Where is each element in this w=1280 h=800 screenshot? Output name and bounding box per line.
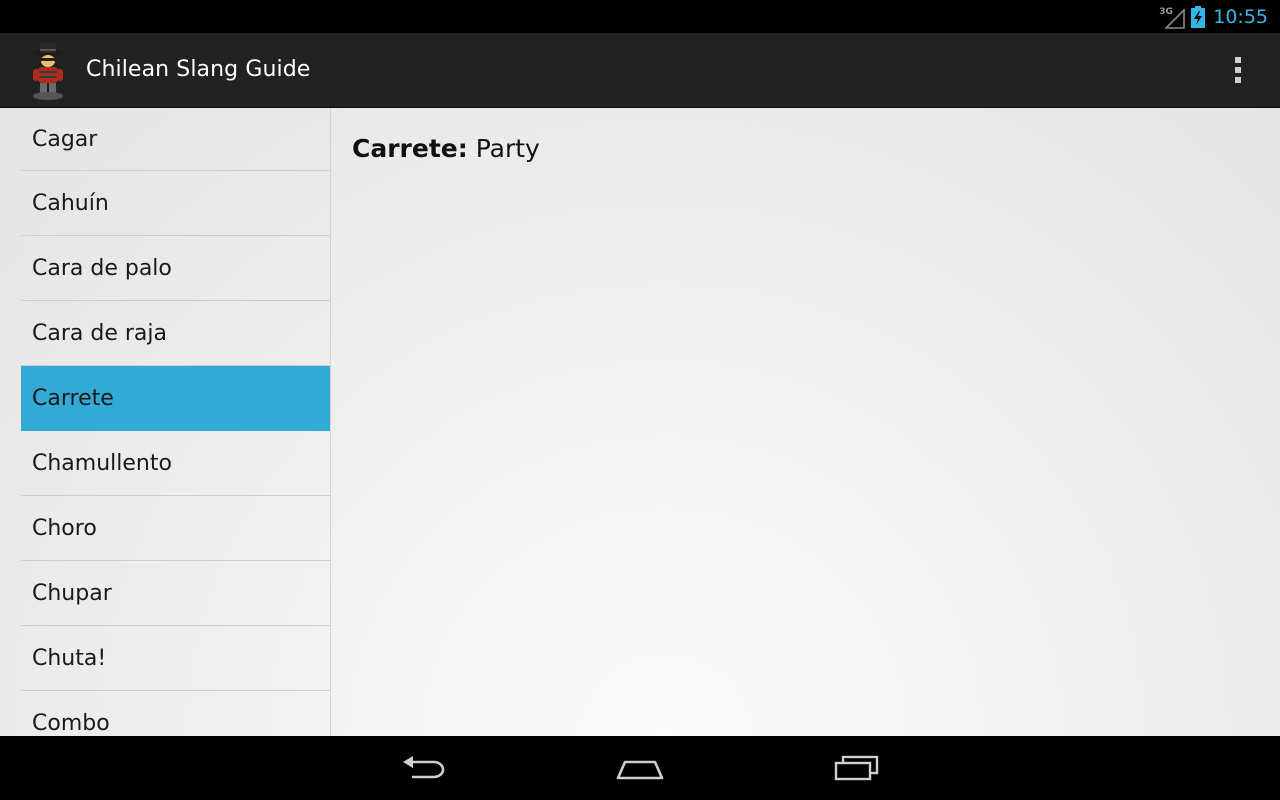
content-area: Cagar Cahuín Cara de palo Cara de raja C… [0,108,1280,736]
term-list[interactable]: Cagar Cahuín Cara de palo Cara de raja C… [21,108,330,736]
bandit-character-icon[interactable] [25,41,71,101]
status-bar: 3G 10:55 [0,0,1280,33]
pane-divider [330,108,331,736]
list-item[interactable]: Cagar [21,108,330,171]
signal-icon: 3G [1159,5,1186,29]
list-item[interactable]: Combo [21,691,330,736]
definition-text: Carrete: Party [352,134,540,163]
definition-term: Carrete: [352,134,468,163]
list-item-selected[interactable]: Carrete [21,366,330,431]
overflow-dot [1235,67,1241,73]
app-title: Chilean Slang Guide [86,57,311,82]
list-item[interactable]: Choro [21,496,330,561]
action-bar: Chilean Slang Guide [0,33,1280,108]
recent-apps-icon[interactable] [825,748,889,788]
more-vert-icon[interactable] [1224,53,1252,87]
back-icon[interactable] [392,748,456,788]
overflow-dot [1235,77,1241,83]
definition-meaning: Party [467,134,540,163]
list-item[interactable]: Cara de raja [21,301,330,366]
home-icon[interactable] [608,748,672,788]
list-item[interactable]: Chupar [21,561,330,626]
list-item[interactable]: Chuta! [21,626,330,691]
clock: 10:55 [1213,5,1268,28]
status-icons: 3G 10:55 [1159,0,1268,33]
list-item[interactable]: Cahuín [21,171,330,236]
battery-charging-icon [1191,5,1206,28]
overflow-dot [1235,57,1241,63]
list-item[interactable]: Cara de palo [21,236,330,301]
navigation-bar [0,736,1280,800]
list-item[interactable]: Chamullento [21,431,330,496]
